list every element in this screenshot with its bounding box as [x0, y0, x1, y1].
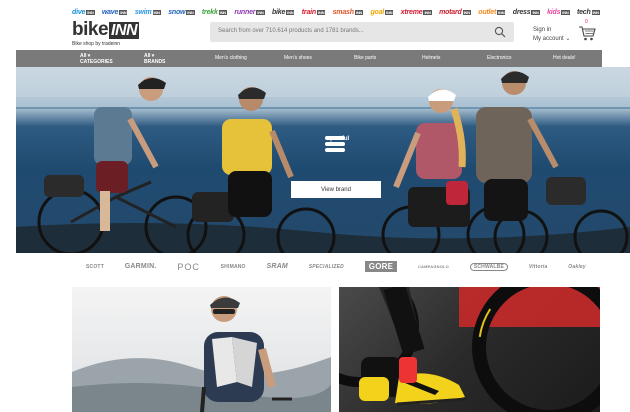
store-link-wave[interactable]: wave INN — [102, 9, 128, 16]
brand-logo-poc[interactable]: POC — [177, 262, 200, 272]
store-name: xtreme — [400, 9, 423, 16]
store-name: goal — [370, 9, 385, 16]
store-link-tech[interactable]: tech INN — [577, 9, 600, 16]
categories-label: CATEGORIES — [80, 59, 113, 65]
cart-icon — [579, 26, 596, 41]
store-suffix: INN — [86, 10, 95, 15]
sportful-logo-icon — [325, 136, 345, 152]
store-suffix: INN — [423, 10, 432, 15]
store-link-train[interactable]: train INN — [301, 9, 326, 16]
promo-image-cycling-shoes — [339, 287, 600, 412]
signin-link[interactable]: Sign in — [533, 26, 570, 35]
site-logo[interactable]: bike INN Bike shop by tradeinn — [72, 19, 140, 47]
cart-count-badge: 0 — [585, 19, 588, 25]
store-suffix: INN — [186, 10, 195, 15]
store-name: snow — [168, 9, 186, 16]
store-name: trekk — [201, 9, 218, 16]
nav-item-mens-clothing[interactable]: Men's clothing — [215, 55, 247, 61]
store-suffix: INN — [152, 10, 161, 15]
account-menu[interactable]: Sign in My account ⌄ — [533, 26, 570, 44]
store-link-xtreme[interactable]: xtreme INN — [401, 9, 432, 16]
store-link-runner[interactable]: runner INN — [234, 9, 265, 16]
my-account-link[interactable]: My account ⌄ — [533, 35, 570, 44]
store-name: swim — [134, 9, 152, 16]
sportful-brand-logo: sportful — [324, 135, 352, 152]
store-link-motard[interactable]: motard INN — [439, 9, 471, 16]
store-name: motard — [439, 9, 462, 16]
store-link-swim[interactable]: swim INN — [135, 9, 161, 16]
main-nav: All ▾ CATEGORIES All ▾ BRANDS Men's clot… — [16, 50, 602, 67]
brand-logo-oakley[interactable]: Oakley — [568, 264, 586, 270]
brand-logo-garmin[interactable]: GARMIN. — [125, 263, 157, 270]
logo-wordmark: bike INN — [72, 19, 140, 41]
store-name: kids — [547, 9, 561, 16]
store-name: smash — [332, 9, 354, 16]
store-suffix: INN — [462, 10, 471, 15]
all-categories-dropdown[interactable]: All ▾ CATEGORIES — [80, 53, 113, 65]
hero-banner[interactable]: sportful View brand — [16, 67, 630, 253]
nav-item-electronics[interactable]: Electronics — [487, 55, 511, 61]
store-name: wave — [101, 9, 119, 16]
view-brand-button[interactable]: View brand — [291, 181, 381, 198]
nav-item-bike-parts[interactable]: Bike parts — [354, 55, 376, 61]
store-link-bike[interactable]: bike INN — [272, 9, 295, 16]
promo-banner-shoes[interactable] — [339, 287, 600, 412]
logo-tagline: Bike shop by tradeinn — [72, 41, 121, 47]
brand-logo-sram[interactable]: SRAM — [266, 263, 287, 270]
store-name: dive — [72, 9, 86, 16]
logo-inn-box: INN — [109, 22, 140, 39]
chevron-down-icon: ⌄ — [565, 36, 571, 42]
store-suffix: INN — [531, 10, 540, 15]
brand-logo-vittoria[interactable]: Vittoria — [529, 264, 548, 270]
brand-logos-strip: SCOTT GARMIN. POC SHIMANO SRAM SPECIALIZ… — [86, 261, 586, 272]
brands-label: BRANDS — [144, 59, 166, 65]
store-link-dress[interactable]: dress INN — [513, 9, 540, 16]
store-suffix: INN — [119, 10, 128, 15]
brand-logo-specialized[interactable]: SPECIALIZED — [309, 264, 344, 270]
brand-logo-campagnolo[interactable]: CAMPAGNOLO — [418, 264, 449, 269]
store-suffix: INN — [385, 10, 394, 15]
search-input[interactable]: Search from over 710.614 products and 17… — [210, 22, 514, 42]
store-suffix: INN — [561, 10, 570, 15]
store-network-bar: dive INN wave INN swim INN snow INN trekk INN… — [72, 9, 600, 16]
search-placeholder: Search from over 710.614 products and 17… — [218, 28, 364, 34]
store-suffix: INN — [354, 10, 364, 15]
store-name: bike — [271, 9, 286, 16]
store-suffix: INN — [316, 10, 326, 15]
store-link-trekk[interactable]: trekk INN — [202, 9, 227, 16]
store-link-smash[interactable]: smash INN — [332, 9, 364, 16]
brand-logo-gore[interactable]: GORE — [364, 261, 398, 272]
logo-main: bike — [72, 19, 109, 40]
search-icon[interactable] — [494, 26, 506, 38]
store-link-goal[interactable]: goal INN — [370, 9, 394, 16]
brand-logo-schwalbe[interactable]: SCHWALBE — [469, 262, 509, 271]
store-link-outlet[interactable]: outlet INN — [478, 9, 506, 16]
store-name: runner — [234, 9, 256, 16]
store-name: tech — [576, 9, 591, 16]
store-link-snow[interactable]: snow INN — [168, 9, 195, 16]
nav-item-helmets[interactable]: Helmets — [422, 55, 440, 61]
store-suffix: INN — [497, 10, 506, 15]
store-link-dive[interactable]: dive INN — [72, 9, 95, 16]
promo-banner-clothing[interactable] — [72, 287, 331, 412]
all-brands-dropdown[interactable]: All ▾ BRANDS — [144, 53, 165, 65]
store-name: train — [301, 9, 316, 16]
promo-image-cyclist — [72, 296, 331, 412]
nav-item-hot-deals[interactable]: Hot deals! — [553, 55, 576, 61]
store-suffix: INN — [256, 10, 265, 15]
store-name: dress — [512, 9, 531, 16]
hero-cyclists-image — [16, 67, 630, 253]
nav-item-mens-shoes[interactable]: Men's shoes — [284, 55, 312, 61]
cart-button[interactable]: 0 — [578, 19, 596, 42]
my-account-label: My account — [533, 36, 564, 42]
store-name: outlet — [478, 9, 497, 16]
store-suffix: INN — [218, 10, 227, 15]
store-suffix: INN — [591, 10, 600, 15]
brand-logo-shimano[interactable]: SHIMANO — [221, 264, 246, 270]
store-link-kids[interactable]: kids INN — [547, 9, 570, 16]
brand-logo-scott[interactable]: SCOTT — [86, 264, 104, 270]
store-suffix: INN — [286, 10, 295, 15]
